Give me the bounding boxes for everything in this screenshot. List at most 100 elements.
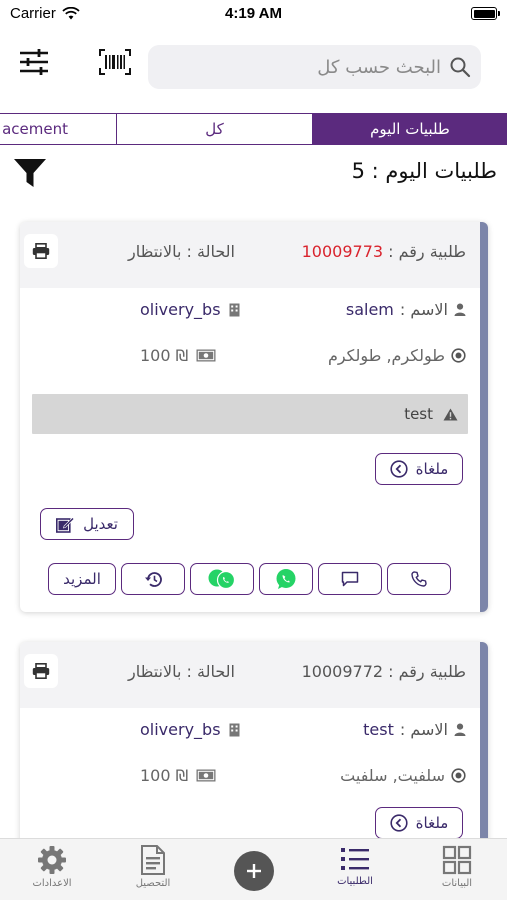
- person-icon: [454, 723, 466, 736]
- cancelled-label: ملغاة: [415, 814, 449, 832]
- nav-collection[interactable]: التحصيل: [108, 845, 198, 889]
- history-button[interactable]: [121, 563, 185, 595]
- store-name: olivery_bs: [140, 720, 221, 739]
- funnel-icon[interactable]: [13, 157, 47, 189]
- order-card[interactable]: الحالة : بالانتظار طلبية رقم : 10009772 …: [20, 642, 488, 862]
- more-button[interactable]: المزيد: [48, 563, 116, 595]
- address-field: طولكرم, طولكرم: [328, 346, 466, 365]
- tab-replacement[interactable]: acement: [0, 114, 116, 144]
- name-label: الاسم :: [399, 720, 448, 739]
- tab-all[interactable]: كل: [116, 114, 312, 144]
- cancelled-label: ملغاة: [415, 460, 449, 478]
- order-card[interactable]: الحالة : بالانتظار طلبية رقم : 10009773 …: [20, 222, 488, 612]
- nav-data-label: البيانات: [441, 878, 473, 889]
- header: [0, 28, 507, 108]
- bottom-tab-bar: الاعدادات التحصيل الطلبيات البيانات: [0, 838, 507, 900]
- amount-text: 100 ₪: [140, 346, 189, 365]
- cash-icon: [196, 349, 216, 362]
- print-button[interactable]: [24, 234, 58, 268]
- nav-settings-label: الاعدادات: [32, 878, 72, 889]
- person-icon: [454, 303, 466, 316]
- orders-count-title: طلبيات اليوم : 5: [351, 159, 497, 183]
- whatsapp-button[interactable]: [259, 563, 313, 595]
- customer-name: test: [363, 720, 394, 739]
- address-row: طولكرم, طولكرم 100 ₪: [20, 346, 480, 372]
- status-bar: Carrier 4:19 AM: [0, 0, 507, 28]
- card-header: الحالة : بالانتظار طلبية رقم : 10009772: [20, 642, 480, 708]
- document-icon: [141, 845, 165, 875]
- edit-icon: [56, 516, 75, 533]
- address-field: سلفيت, سلفيت: [340, 766, 466, 785]
- call-button[interactable]: [387, 563, 451, 595]
- order-number-line: طلبية رقم : 10009772: [302, 662, 466, 681]
- order-number: 10009772: [301, 662, 384, 681]
- sliders-icon[interactable]: [18, 48, 50, 76]
- screen: Carrier 4:19 AM البحث حسب كل acement كل …: [0, 0, 507, 900]
- edit-label: تعديل: [83, 515, 118, 533]
- order-status: الحالة : بالانتظار: [128, 662, 235, 681]
- customer-row: الاسم : test olivery_bs: [20, 720, 480, 746]
- search-icon: [450, 57, 471, 78]
- history-icon: [144, 571, 162, 587]
- note-text: test: [404, 405, 433, 423]
- cancelled-status-button[interactable]: ملغاة: [375, 453, 463, 485]
- grid-icon: [442, 845, 472, 875]
- card-header: الحالة : بالانتظار طلبية رقم : 10009773: [20, 222, 480, 288]
- chevron-left-circle-icon: [390, 460, 408, 478]
- cash-icon: [196, 769, 216, 782]
- order-number-label: طلبية رقم :: [388, 242, 466, 261]
- warning-icon: [443, 408, 458, 420]
- nav-orders[interactable]: الطلبيات: [310, 845, 400, 887]
- store-field: olivery_bs: [140, 300, 240, 319]
- nav-orders-label: الطلبيات: [337, 876, 373, 887]
- battery-icon: [471, 7, 500, 20]
- tab-today-orders[interactable]: طلبيات اليوم: [312, 114, 507, 144]
- gear-icon: [38, 846, 66, 874]
- address-text: طولكرم, طولكرم: [327, 346, 445, 365]
- list-icon: [341, 848, 369, 870]
- nav-data[interactable]: البيانات: [412, 845, 502, 889]
- plus-icon: [247, 864, 261, 878]
- location-icon: [451, 768, 466, 783]
- card-status-rail: [480, 222, 488, 612]
- message-button[interactable]: [318, 563, 382, 595]
- chevron-left-circle-icon: [390, 814, 408, 832]
- order-tabs: acement كل طلبيات اليوم: [0, 113, 507, 145]
- order-number-line: طلبية رقم : 10009773: [302, 242, 466, 261]
- add-order-button[interactable]: [234, 851, 274, 891]
- message-icon: [341, 571, 359, 587]
- customer-name-field: الاسم : salem: [346, 300, 466, 319]
- barcode-icon[interactable]: [99, 49, 131, 75]
- customer-name: salem: [345, 300, 394, 319]
- address-text: سلفيت, سلفيت: [340, 766, 445, 785]
- order-number-label: طلبية رقم :: [388, 662, 466, 681]
- nav-settings[interactable]: الاعدادات: [7, 845, 97, 889]
- whatsapp-business-icon: [208, 569, 236, 590]
- search-input[interactable]: [160, 45, 441, 89]
- printer-icon: [32, 663, 50, 679]
- more-label: المزيد: [63, 570, 101, 588]
- location-icon: [451, 348, 466, 363]
- whatsapp-business-button[interactable]: [190, 563, 254, 595]
- customer-name-field: الاسم : test: [363, 720, 466, 739]
- phone-icon: [411, 571, 427, 587]
- customer-row: الاسم : salem olivery_bs: [20, 300, 480, 326]
- store-field: olivery_bs: [140, 720, 240, 739]
- amount-field: 100 ₪: [140, 346, 216, 365]
- building-icon: [229, 723, 240, 736]
- amount-field: 100 ₪: [140, 766, 216, 785]
- address-row: سلفيت, سلفيت 100 ₪: [20, 766, 480, 792]
- store-name: olivery_bs: [140, 300, 221, 319]
- edit-button[interactable]: تعديل: [40, 508, 134, 540]
- order-number: 10009773: [301, 242, 384, 261]
- nav-collection-label: التحصيل: [135, 878, 171, 889]
- amount-text: 100 ₪: [140, 766, 189, 785]
- printer-icon: [32, 243, 50, 259]
- whatsapp-icon: [276, 569, 296, 589]
- order-status: الحالة : بالانتظار: [128, 242, 235, 261]
- print-button[interactable]: [24, 654, 58, 688]
- cancelled-status-button[interactable]: ملغاة: [375, 807, 463, 839]
- search-bar[interactable]: [148, 45, 481, 89]
- card-status-rail: [480, 642, 488, 862]
- name-label: الاسم :: [399, 300, 448, 319]
